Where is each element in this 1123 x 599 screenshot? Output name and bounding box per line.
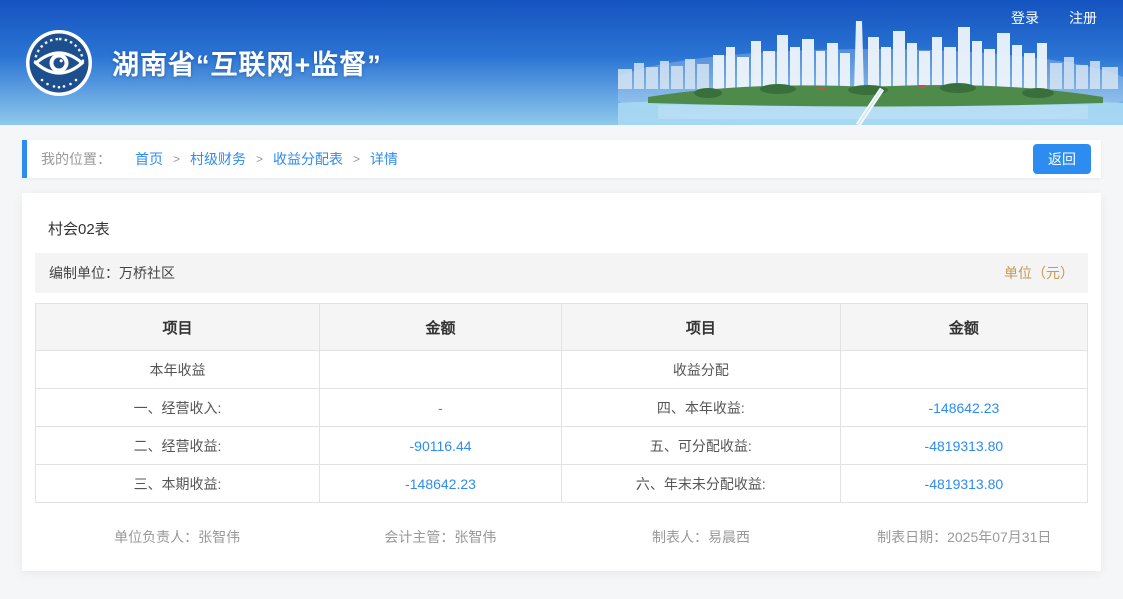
breadcrumb-prefix: 我的位置： xyxy=(41,151,111,167)
table-cell-value: -90116.44 xyxy=(319,426,562,465)
preparation-date: 制表日期：2025年07月31日 xyxy=(841,527,1088,547)
table-cell-item: 一、经营收入: xyxy=(34,388,321,427)
sheet-code: 村会02表 xyxy=(48,221,110,238)
header-banner: 登录 注册 湖南省“互联网+监督” xyxy=(0,0,1123,125)
prepared-unit-row: 编制单位：万桥社区 单位（元） xyxy=(35,253,1088,293)
column-header-amount-left: 金额 xyxy=(319,303,562,351)
unit-responsible-person: 单位负责人：张智伟 xyxy=(35,527,319,547)
page: 登录 注册 湖南省“互联网+监督” 我的位置： 首页 > 村级财务 > 收益分配… xyxy=(0,0,1123,599)
table-cell-item: 六、年末未分配收益: xyxy=(560,464,841,503)
accounting-supervisor: 会计主管：张智伟 xyxy=(319,527,561,547)
table-preparer: 制表人：易晨西 xyxy=(561,527,840,547)
signer-value: 张智伟 xyxy=(198,529,241,545)
table-cell-value: -4819313.80 xyxy=(839,464,1089,503)
table-row: 本年收益 收益分配 xyxy=(34,350,1089,389)
signer-value: 2025年07月31日 xyxy=(947,529,1052,545)
breadcrumb-item-detail[interactable]: 详情 xyxy=(370,149,398,169)
table-row: 一、经营收入: - 四、本年收益: -148642.23 xyxy=(34,388,1089,427)
signature-row: 单位负责人：张智伟 会计主管：张智伟 制表人：易晨西 制表日期：2025年07月… xyxy=(35,503,1088,547)
breadcrumb: 我的位置： 首页 > 村级财务 > 收益分配表 > 详情 返回 xyxy=(22,140,1101,178)
breadcrumb-item-village-finance[interactable]: 村级财务 xyxy=(190,149,246,169)
table-cell-value: -4819313.80 xyxy=(839,426,1089,465)
site-title: 湖南省“互联网+监督” xyxy=(112,50,382,80)
signer-label: 会计主管： xyxy=(384,529,455,545)
signer-value: 易晨西 xyxy=(708,529,750,545)
breadcrumb-separator: > xyxy=(173,152,181,166)
table-cell-value: -148642.23 xyxy=(319,464,562,503)
breadcrumb-item-home[interactable]: 首页 xyxy=(135,149,163,169)
table-cell-item: 收益分配 xyxy=(560,350,841,389)
table-row: 二、经营收益: -90116.44 五、可分配收益: -4819313.80 xyxy=(34,426,1089,465)
account-links: 登录 注册 xyxy=(1011,8,1097,28)
table-cell-value: - xyxy=(319,388,562,427)
column-header-amount-right: 金额 xyxy=(839,303,1089,351)
column-header-item-left: 项目 xyxy=(34,303,321,351)
eye-supervision-logo-icon xyxy=(26,29,92,96)
signer-label: 制表日期： xyxy=(877,529,948,545)
city-skyline-illustration xyxy=(618,21,1123,125)
signer-value: 张智伟 xyxy=(454,529,497,545)
signer-label: 制表人： xyxy=(652,529,708,545)
table-cell-item: 二、经营收益: xyxy=(34,426,321,465)
currency-unit-note: 单位（元） xyxy=(1004,265,1074,281)
table-header-row: 项目 金额 项目 金额 xyxy=(34,303,1089,351)
register-link[interactable]: 注册 xyxy=(1069,8,1097,28)
table-cell-item: 三、本期收益: xyxy=(34,464,321,503)
table-cell-item: 本年收益 xyxy=(34,350,321,389)
column-header-item-right: 项目 xyxy=(560,303,841,351)
table-cell-value xyxy=(839,350,1089,389)
back-button[interactable]: 返回 xyxy=(1033,144,1091,174)
login-link[interactable]: 登录 xyxy=(1011,8,1039,28)
table-cell-value xyxy=(319,350,562,389)
breadcrumb-separator: > xyxy=(353,152,361,166)
income-distribution-table: 项目 金额 项目 金额 本年收益 收益分配 一、经营收入: - 四、本年收益: xyxy=(34,303,1089,503)
prepared-unit-value: 万桥社区 xyxy=(119,265,175,281)
breadcrumb-item-income-distribution[interactable]: 收益分配表 xyxy=(273,149,343,169)
table-row: 三、本期收益: -148642.23 六、年末未分配收益: -4819313.8… xyxy=(34,464,1089,503)
table-cell-value: -148642.23 xyxy=(839,388,1089,427)
breadcrumb-separator: > xyxy=(256,152,264,166)
prepared-unit-label: 编制单位： xyxy=(49,265,119,281)
table-cell-item: 四、本年收益: xyxy=(560,388,841,427)
prepared-unit: 编制单位：万桥社区 xyxy=(49,263,175,283)
signer-label: 单位负责人： xyxy=(114,529,199,545)
table-cell-item: 五、可分配收益: xyxy=(560,426,841,465)
report-card: 村会02表 编制单位：万桥社区 单位（元） 项目 金额 项目 金额 本年收益 收… xyxy=(22,193,1101,571)
brand: 湖南省“互联网+监督” xyxy=(26,0,382,125)
